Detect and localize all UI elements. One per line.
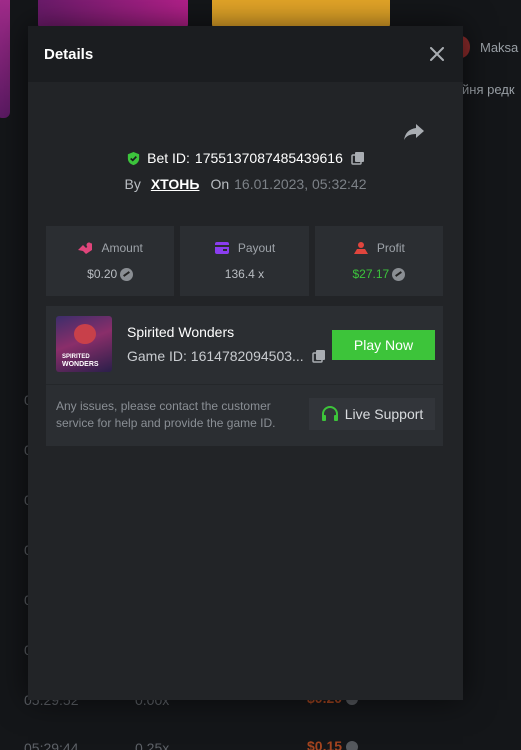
game-id: Game ID: 1614782094503... bbox=[127, 348, 304, 364]
divider bbox=[46, 384, 443, 385]
bet-id-label: Bet ID: bbox=[147, 150, 190, 166]
coin-icon bbox=[120, 267, 134, 281]
coin-icon bbox=[392, 267, 406, 281]
play-now-button[interactable]: Play Now bbox=[332, 330, 435, 360]
game-thumbnail[interactable]: SPIRITED WONDERS bbox=[56, 316, 112, 372]
bet-details-modal: Details Bet ID: 1755137087485439616 By Х… bbox=[28, 26, 463, 700]
copy-icon[interactable] bbox=[311, 349, 326, 363]
live-support-button[interactable]: Live Support bbox=[309, 398, 435, 430]
background-game-thumbnail bbox=[0, 0, 10, 118]
background-username: Maksa bbox=[480, 40, 519, 55]
on-label: On bbox=[210, 176, 230, 192]
stat-amount: Amount $0.20 bbox=[46, 226, 175, 296]
copy-icon[interactable] bbox=[351, 151, 365, 165]
modal-title: Details bbox=[44, 45, 94, 63]
background-text: йня редк bbox=[462, 82, 515, 97]
profit-icon bbox=[353, 242, 368, 254]
stat-amount-label: Amount bbox=[101, 241, 143, 255]
game-thumbnail-text: WONDERS bbox=[62, 361, 99, 368]
game-card: SPIRITED WONDERS Spirited Wonders Game I… bbox=[46, 306, 443, 446]
background-row-time: 05:29:44 bbox=[24, 740, 79, 750]
bet-stats: Amount $0.20 Payout 136.4 x Profit $27.1… bbox=[46, 226, 443, 296]
coin-icon bbox=[346, 740, 359, 750]
close-button[interactable] bbox=[427, 44, 447, 64]
stat-profit-value: $27.17 bbox=[352, 267, 390, 281]
close-icon[interactable] bbox=[430, 47, 444, 61]
stat-payout-label: Payout bbox=[237, 241, 276, 255]
stat-payout-value: 136.4 x bbox=[224, 267, 265, 281]
by-label: By bbox=[124, 176, 141, 192]
game-name: Spirited Wonders bbox=[127, 324, 235, 340]
payout-icon bbox=[214, 242, 229, 254]
game-art bbox=[74, 324, 96, 344]
stat-payout: Payout 136.4 x bbox=[180, 226, 309, 296]
background-row-mult: 0.25x bbox=[135, 740, 170, 750]
game-thumbnail-text: SPIRITED bbox=[62, 354, 90, 360]
stat-profit: Profit $27.17 bbox=[314, 226, 443, 296]
bet-date: 16.01.2023, 05:32:42 bbox=[234, 176, 367, 192]
stat-amount-value: $0.20 bbox=[87, 267, 118, 281]
user-link[interactable]: ХТОНЬ bbox=[151, 176, 200, 192]
bet-meta-row: By ХТОНЬ On 16.01.2023, 05:32:42 bbox=[28, 176, 463, 192]
share-button[interactable] bbox=[403, 122, 425, 142]
background-row-amount: $0.15 bbox=[307, 738, 359, 750]
game-id-row: Game ID: 1614782094503... bbox=[127, 348, 326, 364]
help-text: Any issues, please contact the customer … bbox=[56, 399, 276, 430]
bet-id-value: 1755137087485439616 bbox=[194, 150, 343, 166]
shield-check-icon bbox=[128, 151, 140, 165]
bet-id-row: Bet ID: 1755137087485439616 bbox=[28, 150, 463, 166]
headset-icon bbox=[321, 406, 338, 421]
share-icon[interactable] bbox=[403, 122, 425, 142]
stat-profit-label: Profit bbox=[376, 241, 405, 255]
modal-header: Details bbox=[28, 26, 463, 82]
live-support-label[interactable]: Live Support bbox=[345, 406, 424, 422]
amount-icon bbox=[78, 242, 93, 254]
